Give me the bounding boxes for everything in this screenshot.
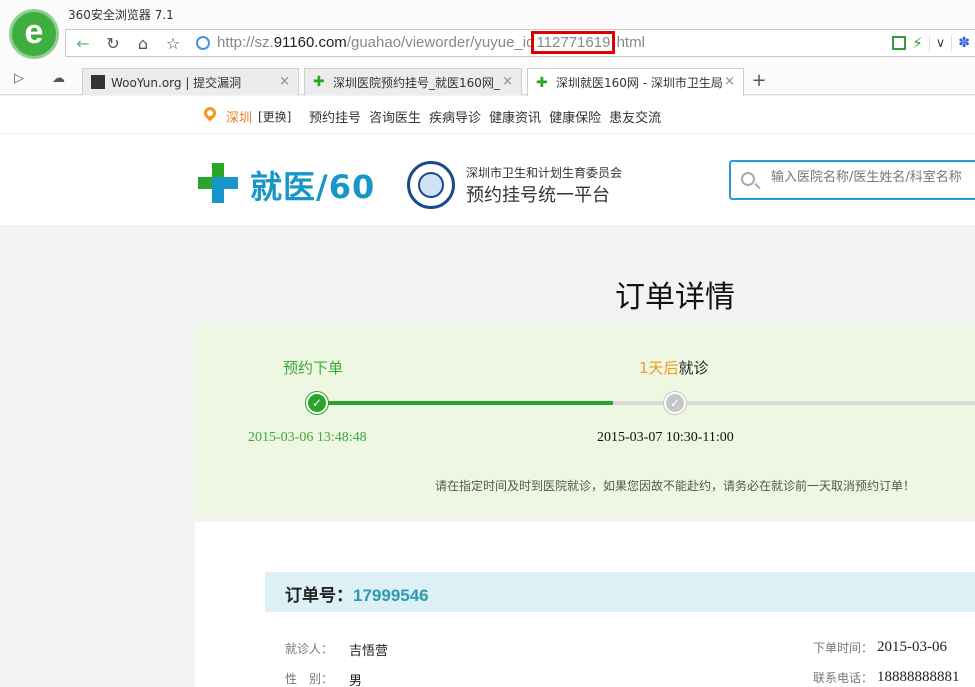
qr-code-icon[interactable] xyxy=(892,36,907,50)
cloud-icon[interactable]: ☁ xyxy=(52,71,65,86)
close-icon[interactable]: × xyxy=(279,74,290,89)
medical-cross-favicon-icon: ✚ xyxy=(536,74,548,91)
nav-consult[interactable]: 咨询医生 xyxy=(369,107,421,126)
nav-community[interactable]: 患友交流 xyxy=(609,107,661,126)
top-nav: 预约挂号 咨询医生 疾病导诊 健康资讯 健康保险 患友交流 xyxy=(309,107,661,126)
step-visit-label: 1天后就诊 xyxy=(639,357,709,378)
patient-label: 就诊人： xyxy=(285,642,334,656)
phone-label: 联系电话： xyxy=(813,671,874,685)
home-icon[interactable]: ⌂ xyxy=(128,30,158,56)
page-title: 订单详情 xyxy=(615,280,735,315)
pending-check-icon: ✓ xyxy=(664,392,686,414)
browser-logo-icon: e xyxy=(9,9,59,59)
nav-guide[interactable]: 疾病导诊 xyxy=(429,107,481,126)
app-title: 360安全浏览器 7.1 xyxy=(68,8,174,22)
check-icon: ✓ xyxy=(306,392,328,414)
search-icon[interactable] xyxy=(741,172,755,186)
patient-name: 吉悟营 xyxy=(349,644,389,659)
back-arrow-icon[interactable]: ← xyxy=(68,30,98,56)
url-path: /guahao/vieworder/yuyue_id xyxy=(346,34,535,51)
change-city-link[interactable]: [更换] xyxy=(258,108,291,125)
site-top-bar: 深圳 [更换] 预约挂号 咨询医生 疾病导诊 健康资讯 健康保险 患友交流 xyxy=(0,96,975,134)
location-pin-icon xyxy=(201,104,219,122)
wooyun-favicon-icon xyxy=(91,75,105,89)
address-bar[interactable]: ← ↻ ⌂ ☆ http://sz.91160.com/guahao/viewo… xyxy=(65,29,975,57)
tab-order-active[interactable]: ✚ 深圳就医160网 - 深圳市卫生局 × xyxy=(527,68,744,96)
order-number-label: 订单号：17999546 xyxy=(285,586,429,606)
site-search xyxy=(729,160,975,200)
url-text[interactable]: http://sz.91160.com/guahao/vieworder/yuy… xyxy=(217,31,645,54)
tab-wooyun[interactable]: WooYun.org | 提交漏洞 × xyxy=(82,68,299,95)
days-until-visit: 1天后 xyxy=(639,359,679,377)
medical-cross-favicon-icon: ✚ xyxy=(313,74,325,90)
chevron-down-icon[interactable]: ∨ xyxy=(928,35,953,51)
search-input[interactable] xyxy=(771,170,975,185)
site-globe-icon xyxy=(196,36,210,50)
address-bar-tools: ⚡ ∨ ✽ xyxy=(892,30,975,56)
progress-fill xyxy=(316,401,613,405)
tab-hospital-booking[interactable]: ✚ 深圳医院预约挂号_就医160网_ × xyxy=(304,68,522,95)
order-number-bar: 订单号：17999546 xyxy=(265,572,975,612)
reload-icon[interactable]: ↻ xyxy=(98,30,128,56)
order-number: 17999546 xyxy=(353,586,429,605)
search-engine-icon[interactable]: ✽ xyxy=(958,35,970,51)
new-tab-button[interactable]: + xyxy=(748,70,770,92)
current-city: 深圳 xyxy=(226,111,253,126)
visit-label: 就诊 xyxy=(678,359,709,377)
site-header: 就医/60 深圳市卫生和计划生育委员会 预约挂号统一平台 xyxy=(0,134,975,225)
sidebar-toggle-icon[interactable]: ▷ xyxy=(14,71,24,86)
gender-label: 性 别： xyxy=(285,672,334,686)
gov-org-name: 深圳市卫生和计划生育委员会 xyxy=(466,166,623,180)
nav-news[interactable]: 健康资讯 xyxy=(489,107,541,126)
tab-label: 深圳就医160网 - 深圳市卫生局 xyxy=(556,76,723,90)
browser-chrome: e 360安全浏览器 7.1 ← ↻ ⌂ ☆ http://sz.91160.c… xyxy=(0,0,975,96)
phone-number: 18888888881 xyxy=(877,669,960,685)
step-booked-label: 预约下单 xyxy=(283,359,344,377)
url-domain: 91160.com xyxy=(273,34,347,51)
order-time: 2015-03-06 xyxy=(877,639,947,655)
url-prefix: http://sz. xyxy=(217,34,274,51)
url-highlighted-id: 112771619 xyxy=(531,31,616,54)
visit-time: 2015-03-07 10:30-11:00 xyxy=(597,430,734,445)
close-icon[interactable]: × xyxy=(502,74,513,89)
close-icon[interactable]: × xyxy=(724,74,735,89)
order-time-label: 下单时间： xyxy=(813,641,874,655)
tab-label: WooYun.org | 提交漏洞 xyxy=(111,75,242,90)
nav-booking[interactable]: 预约挂号 xyxy=(309,107,361,126)
site-logo-text[interactable]: 就医/60 xyxy=(250,162,375,208)
visit-notice: 请在指定时间及时到医院就诊，如果您因故不能赴约，请务必在就诊前一天取消预约订单！ xyxy=(435,479,916,493)
tab-label: 深圳医院预约挂号_就医160网_ xyxy=(333,75,500,90)
bookmark-star-icon[interactable]: ☆ xyxy=(158,30,188,56)
gov-seal-icon xyxy=(407,161,455,209)
gender-value: 男 xyxy=(349,674,363,687)
site-logo-cross-icon[interactable] xyxy=(196,161,240,205)
order-progress-panel: 预约下单 1天后就诊 ✓ ✓ 2015-03-06 13:48:48 2015-… xyxy=(195,325,975,523)
order-detail: 订单号：17999546 就诊人： 吉悟营 性 别： 男 下单时间： 2015-… xyxy=(195,522,975,687)
url-suffix: .html xyxy=(612,34,645,51)
lightning-icon[interactable]: ⚡ xyxy=(912,34,923,52)
tab-bar: ▷ ☁ WooYun.org | 提交漏洞 × ✚ 深圳医院预约挂号_就医160… xyxy=(0,67,975,96)
nav-insurance[interactable]: 健康保险 xyxy=(549,107,601,126)
booked-time: 2015-03-06 13:48:48 xyxy=(248,430,367,445)
gov-platform-name: 预约挂号统一平台 xyxy=(466,185,610,206)
